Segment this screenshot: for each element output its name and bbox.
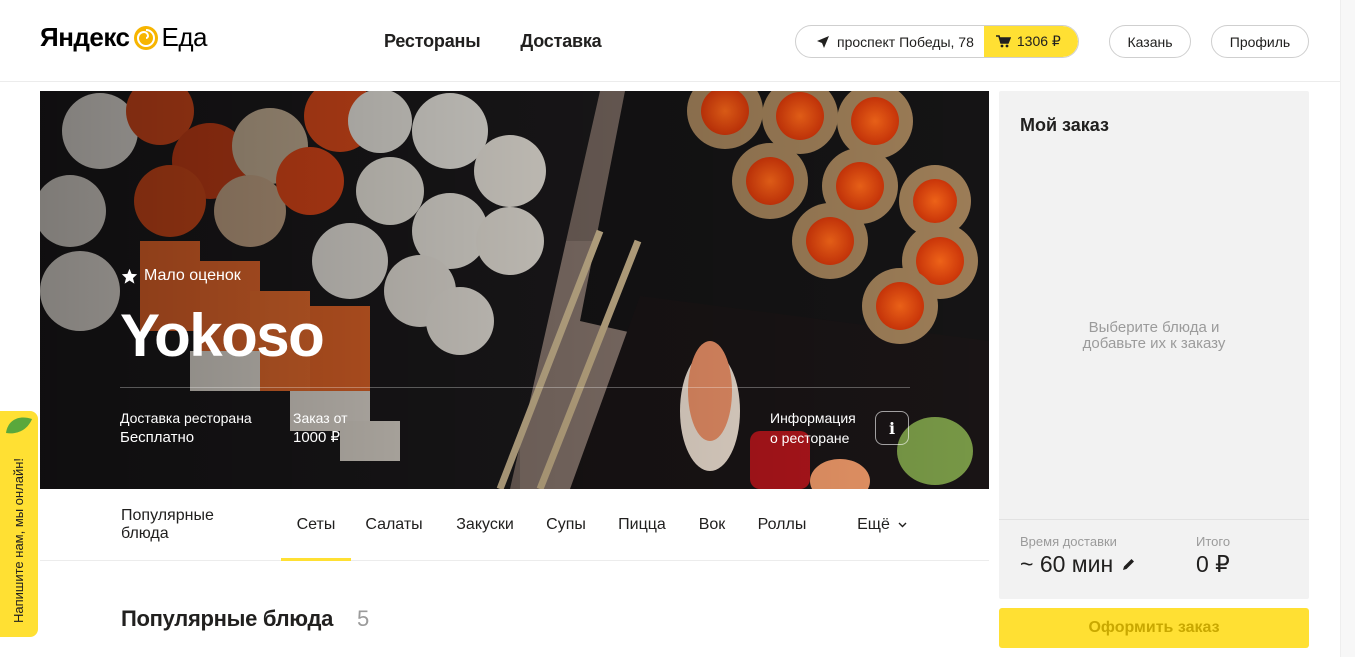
main-nav: Рестораны Доставка: [384, 31, 602, 52]
order-empty-message: Выберите блюда и добавьте их к заказу: [999, 320, 1309, 352]
location-arrow-icon: [817, 35, 829, 48]
chat-widget-label: Напишите нам, мы онлайн!: [11, 457, 26, 623]
min-order-info: Заказ от 1000 ₽: [293, 408, 348, 448]
star-icon: [121, 268, 138, 284]
order-empty-line2: добавьте их к заказу: [1082, 335, 1226, 352]
info-icon[interactable]: i: [875, 411, 909, 445]
logo-brand: Яндекс: [40, 22, 130, 52]
order-title: Мой заказ: [1020, 115, 1109, 135]
pencil-icon: [1123, 559, 1135, 570]
delivery-value: Бесплатно: [120, 429, 195, 446]
tab-more[interactable]: Ещё: [854, 489, 910, 561]
order-panel: Мой заказ Выберите блюда и добавьте их к…: [999, 91, 1309, 599]
scrollbar[interactable]: [1340, 0, 1355, 657]
nav-delivery[interactable]: Доставка: [520, 31, 601, 52]
order-empty-line1: Выберите блюда и: [1088, 319, 1220, 336]
rating-badge: Мало оценок: [121, 267, 241, 285]
chevron-down-icon: [898, 522, 907, 528]
tab-pizza[interactable]: Пицца: [616, 489, 668, 561]
restaurant-info-label-line1: Информация: [770, 410, 856, 426]
city-button[interactable]: Казань: [1109, 25, 1191, 58]
section-count: 5: [357, 606, 370, 631]
tab-snacks[interactable]: Закуски: [452, 489, 518, 561]
restaurant-info-link[interactable]: Информация о ресторане: [770, 408, 856, 448]
section-title: Популярные блюда: [121, 606, 334, 631]
cart-button[interactable]: 1306 ₽: [983, 26, 1078, 57]
delivery-time-value: ~ 60 мин: [1020, 551, 1114, 577]
order-divider: [999, 519, 1309, 520]
category-tabs: Популярные блюда Сеты Салаты Закуски Суп…: [40, 489, 989, 561]
min-order-label: Заказ от: [293, 410, 348, 426]
restaurant-name: Yokoso: [120, 302, 325, 369]
hero-divider: [120, 387, 910, 388]
total-value: 0 ₽: [1196, 551, 1230, 577]
delivery-label: Доставка ресторана: [120, 410, 252, 426]
rating-label: Мало оценок: [144, 267, 241, 284]
delivery-time-label: Время доставки: [1020, 534, 1117, 549]
min-order-value: 1000 ₽: [293, 429, 341, 446]
checkout-button[interactable]: Оформить заказ: [999, 608, 1309, 648]
site-header: Яндекс Еда Рестораны Доставка проспект П…: [0, 0, 1355, 82]
restaurant-hero: Мало оценок Yokoso Доставка ресторана Бе…: [40, 91, 989, 489]
tab-rolls[interactable]: Роллы: [756, 489, 808, 561]
logo-swirl-icon: [133, 25, 158, 50]
cart-icon: [995, 35, 1011, 48]
tab-soups[interactable]: Супы: [544, 489, 588, 561]
tab-popular[interactable]: Популярные блюда: [121, 489, 265, 561]
delivery-info: Доставка ресторана Бесплатно: [120, 408, 252, 448]
nav-restaurants[interactable]: Рестораны: [384, 31, 481, 52]
address-text: проспект Победы, 78: [837, 33, 974, 50]
cart-total: 1306 ₽: [1016, 33, 1061, 49]
tab-wok[interactable]: Вок: [696, 489, 728, 561]
tab-sets[interactable]: Сеты: [281, 489, 351, 561]
leaf-icon: [6, 417, 32, 434]
tab-salads[interactable]: Салаты: [364, 489, 424, 561]
restaurant-info-label-line2: о ресторане: [770, 430, 850, 446]
logo-product: Еда: [161, 22, 208, 52]
address-cart-group: проспект Победы, 78 1306 ₽: [795, 25, 1079, 58]
profile-button[interactable]: Профиль: [1211, 25, 1309, 58]
logo[interactable]: Яндекс Еда: [40, 22, 207, 53]
total-label: Итого: [1196, 534, 1231, 549]
tab-more-label: Ещё: [857, 516, 890, 533]
chat-widget[interactable]: Напишите нам, мы онлайн!: [0, 411, 38, 637]
delivery-time[interactable]: ~ 60 мин: [1020, 551, 1136, 578]
address-button[interactable]: проспект Победы, 78: [796, 26, 984, 57]
